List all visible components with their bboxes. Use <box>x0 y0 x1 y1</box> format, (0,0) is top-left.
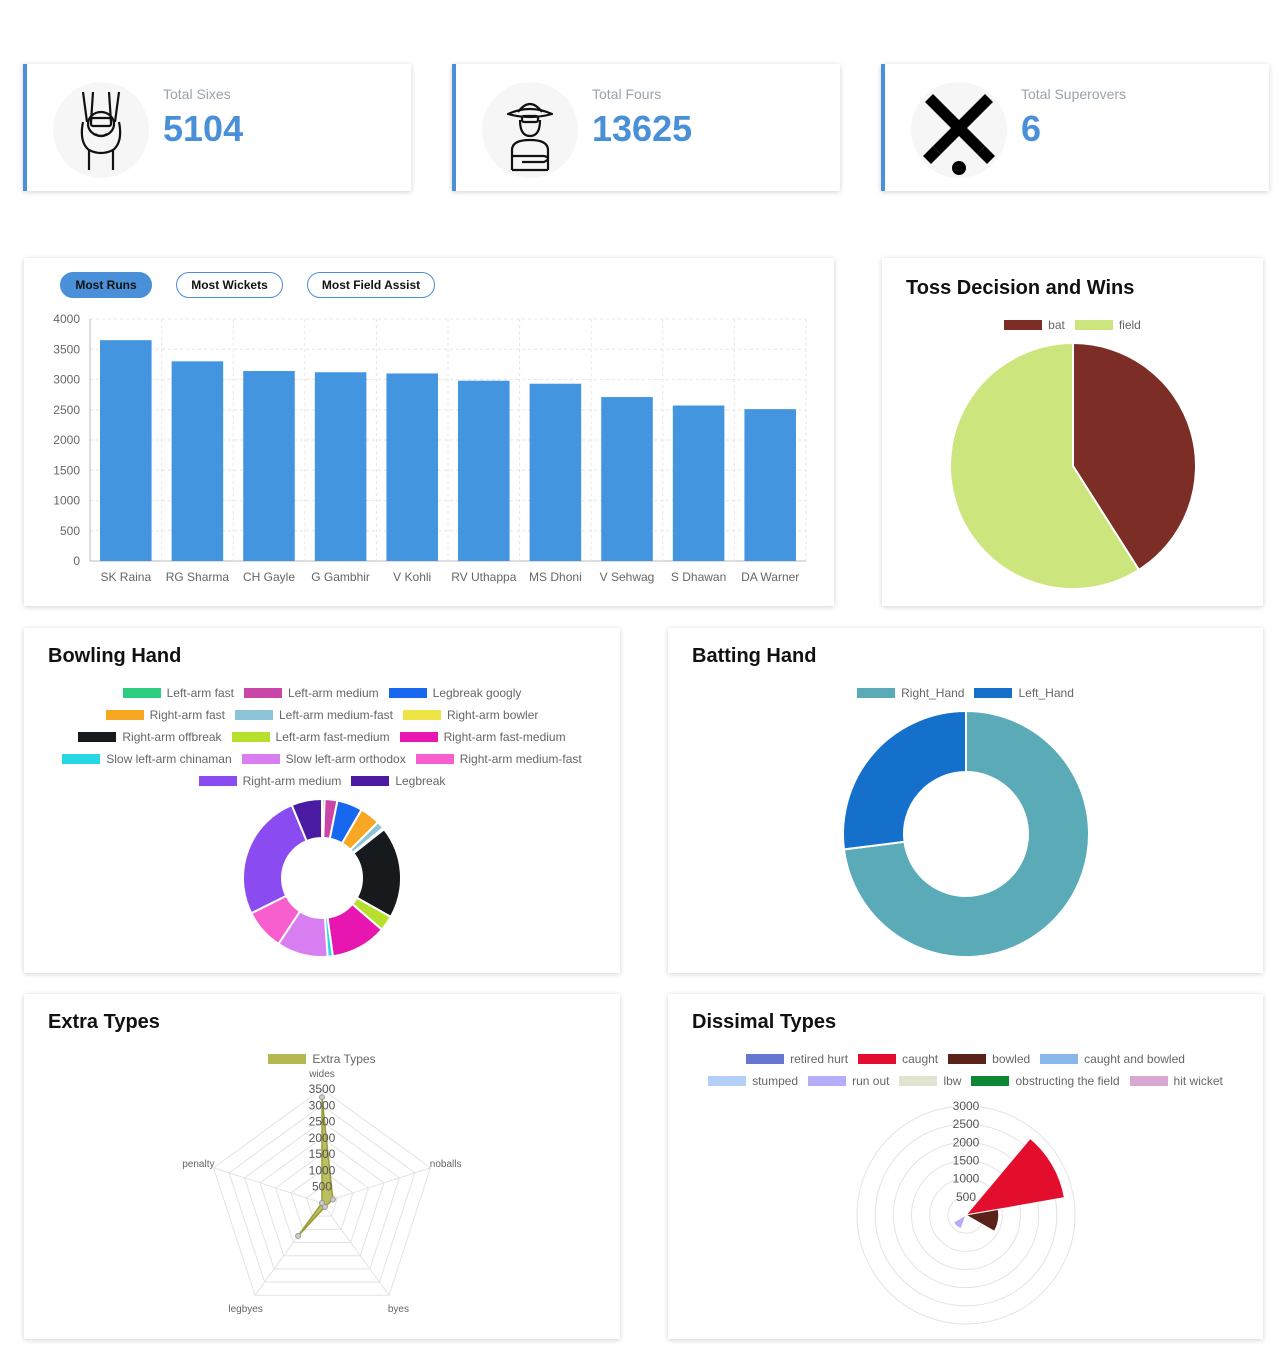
bar <box>314 372 367 561</box>
bar <box>100 340 152 561</box>
pie-slice <box>242 803 308 915</box>
x-tick-label: RG Sharma <box>166 570 230 584</box>
y-tick-label: 4000 <box>53 312 80 326</box>
radar-tick-label: 2000 <box>309 1131 336 1145</box>
x-tick-label: SK Raina <box>100 570 151 584</box>
umpire-hat-icon <box>482 82 578 178</box>
polar-tick-label: 3000 <box>953 1099 980 1113</box>
batting-hand-doughnut-chart <box>842 709 1090 958</box>
stat-card-superovers: Total Superovers 6 <box>881 64 1269 191</box>
y-tick-label: 2000 <box>53 433 80 447</box>
extra-types-card: Extra Types Extra Types wides noballs byes… <box>24 994 620 1339</box>
radar-point <box>319 1200 325 1206</box>
radar-tick-label: 1500 <box>309 1147 336 1161</box>
bar <box>601 397 653 561</box>
radar-axis-label: wides <box>308 1069 335 1080</box>
radar-axis-label: noballs <box>430 1159 462 1170</box>
stat-card-sixes: Total Sixes 5104 <box>23 64 411 191</box>
stat-label: Total Superovers <box>1021 86 1127 102</box>
x-tick-label: S Dhawan <box>671 570 726 584</box>
crossed-bats-icon <box>911 82 1007 178</box>
x-tick-label: G Gambhir <box>311 570 370 584</box>
radar-tick-label: 3000 <box>309 1098 336 1112</box>
bar <box>171 361 224 561</box>
stat-label: Total Fours <box>592 86 662 102</box>
radar-tick-label: 2500 <box>309 1115 336 1129</box>
bar <box>243 371 295 561</box>
radar-tick-label: 3500 <box>309 1082 336 1096</box>
x-tick-label: DA Warner <box>741 570 799 584</box>
radar-axis-line <box>321 1167 431 1204</box>
x-tick-label: V Kohli <box>393 570 431 584</box>
polar-tick-label: 1000 <box>953 1172 980 1186</box>
radar-point <box>329 1196 336 1203</box>
bar <box>672 405 725 561</box>
toss-card: Toss Decision and Wins bat field <box>882 258 1263 606</box>
y-tick-label: 500 <box>60 524 80 538</box>
radar-axis-label: penalty <box>182 1159 214 1170</box>
bar <box>529 383 582 561</box>
bar <box>386 373 438 561</box>
top-players-card: Most Runs Most Wickets Most Field Assist… <box>24 258 834 606</box>
stat-value: 6 <box>1021 108 1042 149</box>
stat-value: 13625 <box>592 108 693 149</box>
polar-tick-label: 2500 <box>953 1117 980 1131</box>
polar-tick-label: 2000 <box>953 1135 980 1149</box>
umpire-six-icon <box>53 82 149 178</box>
extra-types-radar-chart: wides noballs byes legbyes penalty 500 1000 150… <box>182 1069 462 1315</box>
radar-tick-label: 500 <box>312 1180 332 1194</box>
stat-value: 5104 <box>163 108 244 149</box>
x-tick-label: MS Dhoni <box>529 570 582 584</box>
polar-segment <box>964 1137 1065 1216</box>
dismissal-types-polar-chart: 500 1000 1500 2000 2500 3000 <box>856 1099 1076 1325</box>
polar-tick-label: 1500 <box>953 1154 980 1168</box>
y-tick-label: 2500 <box>53 403 80 417</box>
dismissal-types-card: Dissimal Types retired hurt caught bowled c… <box>668 994 1263 1339</box>
x-tick-label: V Sehwag <box>600 570 655 584</box>
polar-tick-label: 500 <box>956 1190 976 1204</box>
most-runs-bar-chart: 4000 3500 3000 2500 2000 1500 1000 500 0 SK Raina… <box>53 312 807 584</box>
bar <box>744 409 796 561</box>
bowling-hand-card: Bowling Hand Left-arm fast Left-arm mediu… <box>24 628 620 973</box>
radar-tick-label: 1000 <box>309 1163 336 1177</box>
y-tick-label: 1500 <box>53 463 80 477</box>
polar-segment <box>952 1213 967 1230</box>
y-tick-label: 3500 <box>53 342 80 356</box>
y-tick-label: 0 <box>73 554 80 568</box>
stat-label: Total Sixes <box>163 86 231 102</box>
radar-axis-label: legbyes <box>228 1304 262 1315</box>
radar-axis-line <box>321 1202 390 1296</box>
pie-slice <box>842 709 967 851</box>
toss-pie-chart <box>949 341 1197 590</box>
bowling-hand-doughnut-chart <box>242 797 402 958</box>
radar-axis-line <box>213 1167 323 1204</box>
y-tick-label: 3000 <box>53 373 80 387</box>
x-tick-label: CH Gayle <box>243 570 295 584</box>
radar-point <box>295 1232 302 1239</box>
bar <box>458 380 510 561</box>
batting-hand-card: Batting Hand Right_Hand Left_Hand <box>668 628 1263 973</box>
radar-axis-label: byes <box>388 1304 409 1315</box>
stat-card-fours: Total Fours 13625 <box>452 64 840 191</box>
y-tick-label: 1000 <box>53 494 80 508</box>
x-tick-label: RV Uthappa <box>451 570 516 584</box>
